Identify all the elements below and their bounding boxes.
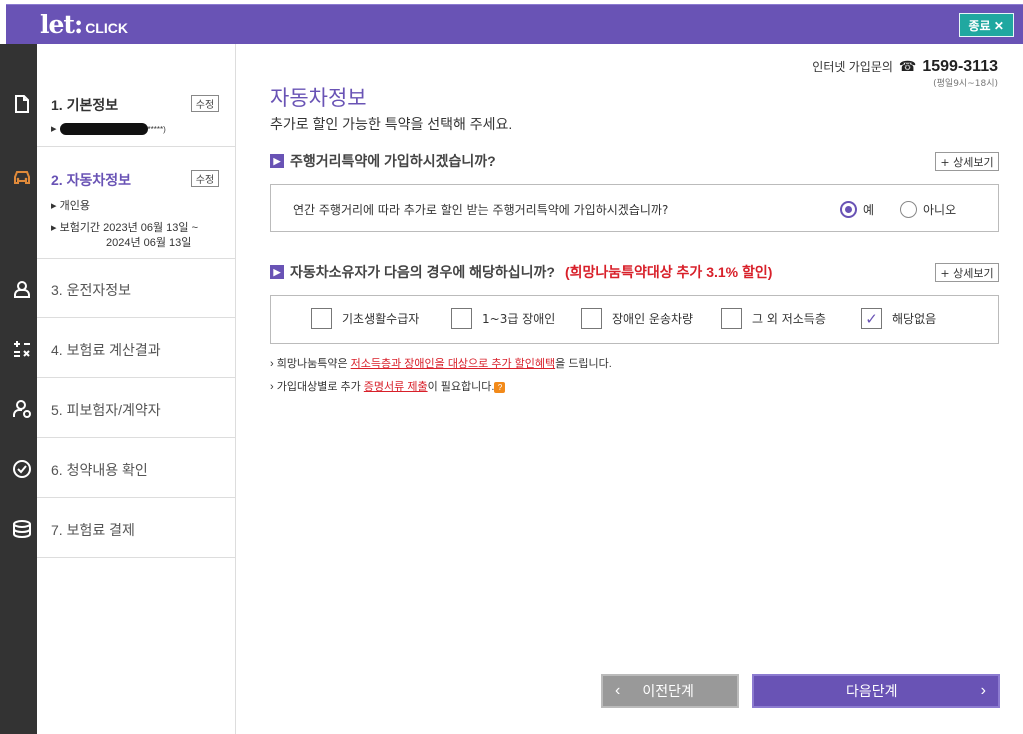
logo-sub-text: CLICK xyxy=(85,20,128,36)
prev-step-label: 이전단계 xyxy=(642,683,694,699)
edit-button[interactable]: 수정 xyxy=(191,95,219,112)
owner-section-heading: ▶ 자동차소유자가 다음의 경우에 해당하십니까? (희망나눔특약대상 추가 3… xyxy=(270,262,772,282)
note-hope-sharing: › 희망나눔특약은 저소득층과 장애인을 대상으로 추가 할인혜택을 드립니다. xyxy=(270,355,612,371)
step-basic-info[interactable]: 1. 기본정보 수정 ▸ *****) xyxy=(37,44,235,147)
mileage-question-box: 연간 주행거리에 따라 추가로 할인 받는 주행거리특약에 가입하시겠습니까? … xyxy=(270,184,999,232)
prev-step-button[interactable]: ‹ 이전단계 xyxy=(601,674,739,708)
car-icon xyxy=(6,163,37,193)
step-title: 7. 보험료 결제 xyxy=(51,522,135,538)
step-sidebar: 1. 기본정보 수정 ▸ *****) 2. 자동차정보 수정 ▸ 개인용 ▸ 보… xyxy=(37,44,236,734)
redacted-value xyxy=(59,123,148,136)
next-step-label: 다음단계 xyxy=(846,683,898,699)
radio-no-label: 아니오 xyxy=(923,203,957,217)
step-title: 3. 운전자정보 xyxy=(51,282,131,298)
step-detail-period: ▸ 보험기간 2023년 06월 13일 ~ xyxy=(51,222,199,234)
document-icon xyxy=(6,89,37,119)
option-label: 장애인 운송차량 xyxy=(612,312,694,326)
note-text: › 가입대상별로 추가 xyxy=(270,381,364,393)
phone-icon: ☎ xyxy=(898,58,917,74)
note-text: 을 드립니다. xyxy=(555,358,612,370)
note-documents: › 가입대상별로 추가 증명서류 제출이 필요합니다.? xyxy=(270,378,506,394)
option-disabled-vehicle[interactable]: 장애인 운송차량 xyxy=(581,308,693,329)
step-premium-result[interactable]: 4. 보험료 계산결과 xyxy=(37,318,235,378)
mileage-question: 연간 주행거리에 따라 추가로 할인 받는 주행거리특약에 가입하시겠습니까? xyxy=(293,203,669,217)
step-car-info[interactable]: 2. 자동차정보 수정 ▸ 개인용 ▸ 보험기간 2023년 06월 13일 ~… xyxy=(37,147,235,259)
note-text: 이 필요합니다. xyxy=(427,381,495,393)
phone-number: 1599-3113 xyxy=(922,58,998,75)
section-heading-text: 주행거리특약에 가입하시겠습니까? xyxy=(290,153,496,169)
step-title: 5. 피보험자/계약자 xyxy=(51,402,161,418)
contact-label: 인터넷 가입문의 xyxy=(812,60,893,74)
step-insured-contractor[interactable]: 5. 피보험자/계약자 xyxy=(37,378,235,438)
edit-button[interactable]: 수정 xyxy=(191,170,219,187)
logo-main-text: let: xyxy=(40,10,83,39)
step-title: 6. 청약내용 확인 xyxy=(51,462,148,478)
chevron-right-icon: › xyxy=(980,682,986,699)
step-detail-usage: ▸ 개인용 xyxy=(51,200,90,212)
page-subtitle: 추가로 할인 가능한 특약을 선택해 주세요. xyxy=(270,116,513,132)
redacted-suffix: *****) xyxy=(147,125,166,134)
section-arrow-icon: ▶ xyxy=(270,154,284,168)
note-text: › 희망나눔특약은 xyxy=(270,358,351,370)
section-heading-discount: (희망나눔특약대상 추가 3.1% 할인) xyxy=(564,264,773,280)
section-arrow-icon: ▶ xyxy=(270,265,284,279)
next-step-button[interactable]: 다음단계 › xyxy=(752,674,1000,708)
checkbox-checked[interactable]: ✓ xyxy=(861,308,882,329)
option-label: 그 외 저소득층 xyxy=(752,312,826,326)
option-low-income[interactable]: 그 외 저소득층 xyxy=(721,308,826,329)
checkbox[interactable] xyxy=(581,308,602,329)
checkbox[interactable] xyxy=(451,308,472,329)
owner-options-box: 기초생활수급자 1~3급 장애인 장애인 운송차량 그 외 저소득층 ✓ 해당없… xyxy=(270,295,999,344)
mileage-detail-button[interactable]: + 상세보기 xyxy=(935,152,999,171)
step-title: 2. 자동차정보 xyxy=(51,172,131,188)
option-label: 해당없음 xyxy=(892,312,937,326)
calculator-icon xyxy=(6,334,37,364)
radio-yes-label: 예 xyxy=(863,203,875,217)
help-icon[interactable]: ? xyxy=(494,381,506,393)
step-title: 4. 보험료 계산결과 xyxy=(51,342,161,358)
contact-info: 인터넷 가입문의 ☎ 1599-3113 xyxy=(812,58,998,76)
section-heading-text: 자동차소유자가 다음의 경우에 해당하십니까? xyxy=(290,264,555,280)
step-icon-rail xyxy=(0,44,37,734)
letclick-logo[interactable]: let: CLICK xyxy=(40,10,128,39)
mileage-section-heading: ▶ 주행거리특약에 가입하시겠습니까? xyxy=(270,151,496,171)
option-basic-livelihood[interactable]: 기초생활수급자 xyxy=(311,308,419,329)
app-header: let: CLICK 종료 ✕ xyxy=(6,4,1023,44)
option-label: 기초생활수급자 xyxy=(342,312,420,326)
page-title: 자동차정보 xyxy=(270,87,367,110)
option-disabled-1-3[interactable]: 1~3급 장애인 xyxy=(451,308,555,329)
close-button[interactable]: 종료 ✕ xyxy=(958,13,1014,37)
step-title: 1. 기본정보 xyxy=(51,97,119,113)
radio-yes-dot[interactable] xyxy=(840,201,857,218)
checkbox[interactable] xyxy=(311,308,332,329)
contact-hours: (평일9시~18시) xyxy=(933,79,998,89)
driver-icon xyxy=(6,274,37,304)
option-none[interactable]: ✓ 해당없음 xyxy=(861,308,936,329)
step-detail-period-end: 2024년 06월 13일 xyxy=(106,237,192,249)
main-content: 인터넷 가입문의 ☎ 1599-3113 (평일9시~18시) 자동차정보 추가… xyxy=(236,44,1023,734)
coins-icon xyxy=(6,514,37,544)
owner-detail-button[interactable]: + 상세보기 xyxy=(935,263,999,282)
step-detail: ▸ *****) xyxy=(51,122,166,136)
note-link[interactable]: 저소득층과 장애인을 대상으로 추가 할인혜택 xyxy=(351,358,556,370)
note-link[interactable]: 증명서류 제출 xyxy=(364,381,428,393)
radio-no-dot[interactable] xyxy=(900,201,917,218)
chevron-left-icon: ‹ xyxy=(615,682,621,699)
insured-person-icon xyxy=(6,394,37,424)
check-circle-icon xyxy=(6,454,37,484)
step-review[interactable]: 6. 청약내용 확인 xyxy=(37,438,235,498)
checkbox[interactable] xyxy=(721,308,742,329)
radio-yes[interactable]: 예 xyxy=(840,201,874,218)
radio-no[interactable]: 아니오 xyxy=(900,201,956,218)
option-label: 1~3급 장애인 xyxy=(482,312,556,326)
step-payment[interactable]: 7. 보험료 결제 xyxy=(37,498,235,558)
bullet: ▸ xyxy=(51,123,57,135)
step-driver-info[interactable]: 3. 운전자정보 xyxy=(37,259,235,318)
